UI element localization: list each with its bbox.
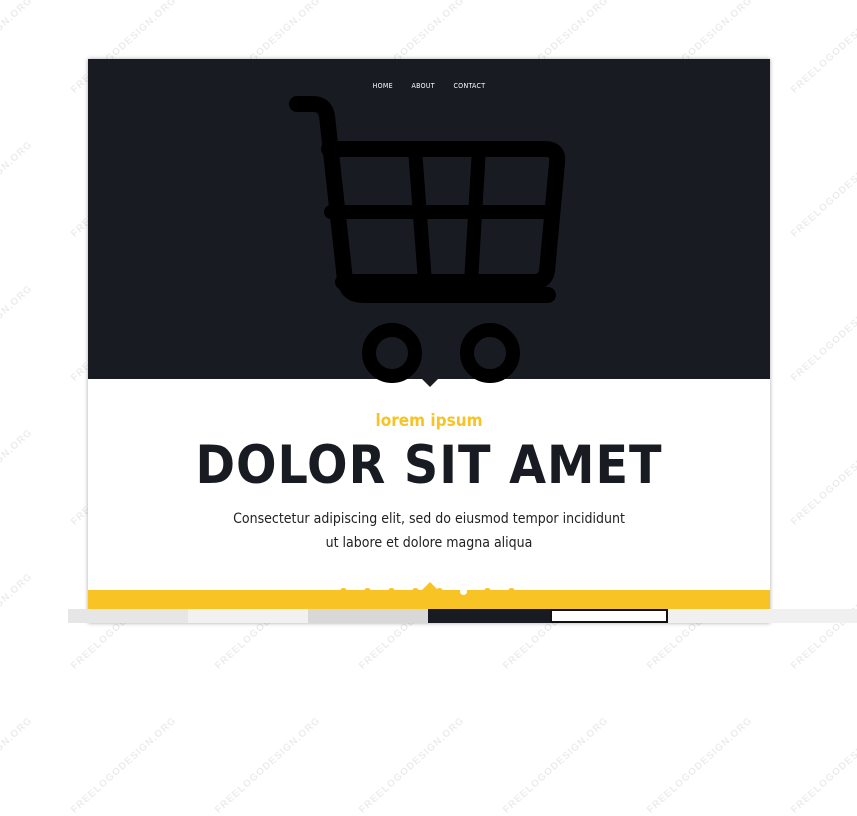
nav-about[interactable]: ABOUT bbox=[411, 82, 434, 90]
watermark-text: FREELOGODESIGN.ORG bbox=[0, 283, 35, 384]
watermark-text: FREELOGODESIGN.ORG bbox=[0, 427, 35, 528]
watermark-text: FREELOGODESIGN.ORG bbox=[645, 715, 755, 816]
slide-title: DOLOR SIT AMET bbox=[195, 435, 663, 496]
thumbnail-2[interactable] bbox=[188, 609, 308, 623]
watermark-text: FREELOGODESIGN.ORG bbox=[0, 571, 35, 672]
carousel-dot-7[interactable] bbox=[484, 588, 491, 595]
thumbnail-1[interactable] bbox=[68, 609, 188, 623]
watermark-text: FREELOGODESIGN.ORG bbox=[69, 715, 179, 816]
hero-banner: HOME ABOUT CONTACT bbox=[88, 59, 770, 383]
slide-description: Consectetur adipiscing elit, sed do eius… bbox=[233, 511, 625, 551]
watermark-text: FREELOGODESIGN.ORG bbox=[789, 427, 857, 528]
watermark-text: FREELOGODESIGN.ORG bbox=[789, 715, 857, 816]
nav-contact[interactable]: CONTACT bbox=[453, 82, 485, 90]
carousel-dot-4[interactable] bbox=[412, 588, 419, 595]
carousel-dot-6[interactable] bbox=[460, 588, 467, 595]
carousel-dot-8[interactable] bbox=[508, 588, 515, 595]
thumbnail-strip bbox=[68, 609, 857, 623]
top-nav: HOME ABOUT CONTACT bbox=[88, 73, 770, 92]
thumbnail-3[interactable] bbox=[308, 609, 428, 623]
thumbnail-4[interactable] bbox=[428, 609, 550, 623]
watermark-text: FREELOGODESIGN.ORG bbox=[789, 139, 857, 240]
carousel-dot-2[interactable] bbox=[364, 588, 371, 595]
slider-card: HOME ABOUT CONTACT lorem ipsum DOLOR SIT… bbox=[88, 59, 770, 623]
watermark-text: FREELOGODESIGN.ORG bbox=[0, 0, 35, 96]
watermark-text: FREELOGODESIGN.ORG bbox=[789, 0, 857, 96]
hero-pointer bbox=[422, 379, 438, 387]
thumbnail-6[interactable] bbox=[668, 609, 857, 623]
watermark-text: FREELOGODESIGN.ORG bbox=[0, 715, 35, 816]
carousel-dot-3[interactable] bbox=[388, 588, 395, 595]
carousel-dot-1[interactable] bbox=[340, 588, 347, 595]
watermark-text: FREELOGODESIGN.ORG bbox=[357, 715, 467, 816]
thumbnail-5[interactable] bbox=[550, 609, 668, 623]
slide-eyebrow: lorem ipsum bbox=[375, 411, 483, 431]
carousel-dot-5[interactable] bbox=[436, 588, 443, 595]
nav-home[interactable]: HOME bbox=[373, 82, 393, 90]
watermark-text: FREELOGODESIGN.ORG bbox=[789, 283, 857, 384]
shopping-cart-icon bbox=[289, 96, 566, 383]
watermark-text: FREELOGODESIGN.ORG bbox=[501, 715, 611, 816]
watermark-text: FREELOGODESIGN.ORG bbox=[0, 139, 35, 240]
watermark-text: FREELOGODESIGN.ORG bbox=[213, 715, 323, 816]
